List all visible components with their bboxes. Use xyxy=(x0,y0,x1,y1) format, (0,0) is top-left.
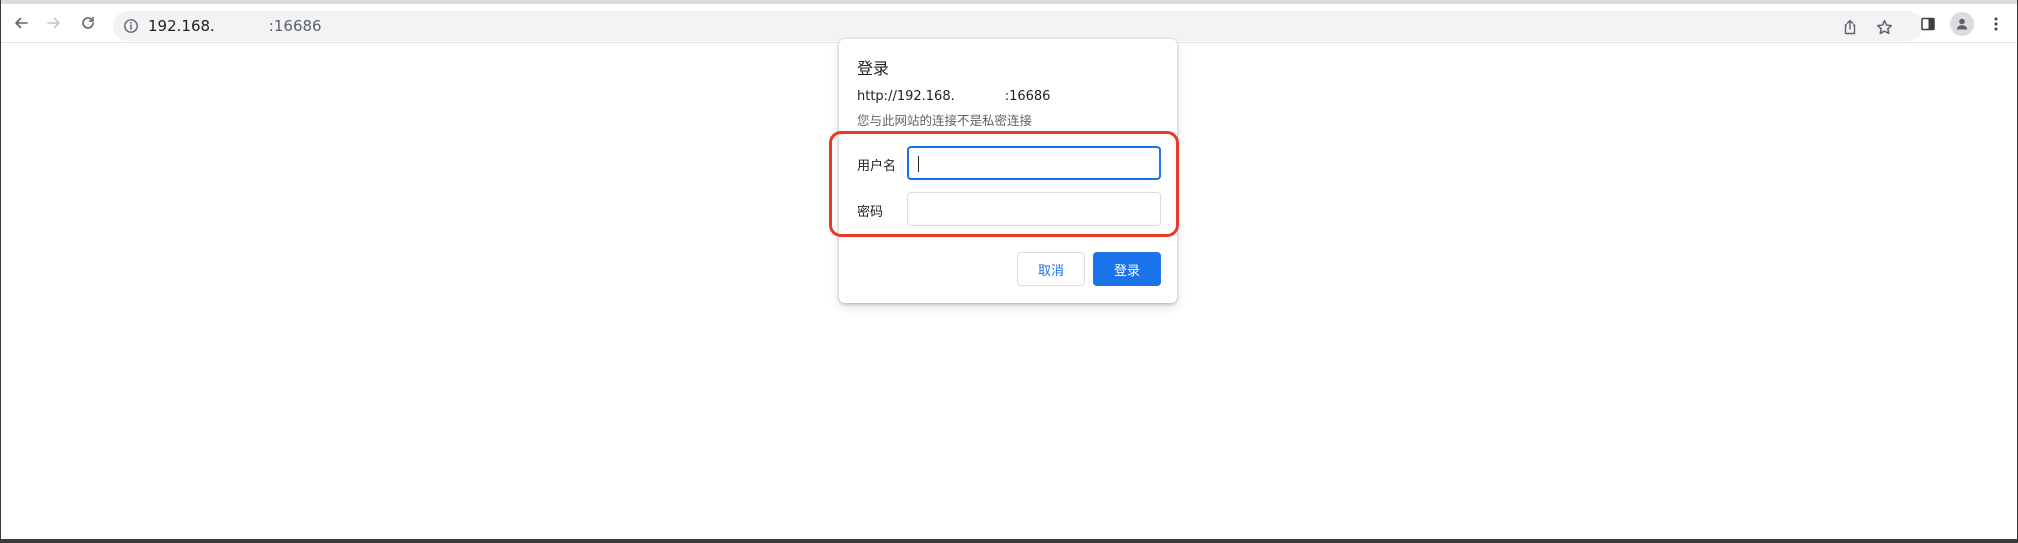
dialog-origin: http://192.168. :16686 xyxy=(857,89,1050,104)
cancel-button[interactable]: 取消 xyxy=(1017,252,1085,286)
origin-redacted xyxy=(954,89,1005,101)
menu-button[interactable] xyxy=(1985,13,2007,35)
reload-button[interactable] xyxy=(75,10,101,36)
share-button[interactable] xyxy=(1841,18,1859,36)
side-panel-icon xyxy=(1921,17,1935,31)
browser-window: 192.168. :16686 登录 http://192.168.:1668… xyxy=(0,0,2018,543)
text-cursor xyxy=(918,156,919,172)
back-button[interactable] xyxy=(8,10,34,36)
username-input[interactable] xyxy=(907,146,1161,180)
url-port: :16686 xyxy=(268,17,322,35)
share-icon xyxy=(1844,19,1856,35)
forward-button[interactable] xyxy=(41,10,67,36)
password-label: 密码 xyxy=(857,205,884,220)
http-auth-dialog: 登录 http://192.168.:16686 您与此网站的连接不是私密连接 … xyxy=(829,39,1179,303)
username-label: 用户名 xyxy=(857,159,897,174)
address-bar[interactable]: 192.168. :16686 xyxy=(113,11,1923,41)
arrow-left-icon xyxy=(15,17,28,29)
login-button[interactable]: 登录 xyxy=(1093,252,1161,286)
url-host: 192.168. xyxy=(148,17,215,35)
person-icon xyxy=(1956,18,1968,30)
side-panel-button[interactable] xyxy=(1917,13,1939,35)
url-redacted xyxy=(214,18,269,32)
origin-host: http://192.168. xyxy=(857,89,955,104)
origin-port: :16686 xyxy=(1004,89,1051,104)
insecure-connection-warning: 您与此网站的连接不是私密连接 xyxy=(857,113,1033,128)
info-circle-icon xyxy=(124,19,138,33)
url-text[interactable]: 192.168. :16686 xyxy=(148,17,322,35)
star-icon xyxy=(1876,19,1892,34)
password-input[interactable] xyxy=(907,192,1161,226)
bookmark-button[interactable] xyxy=(1875,18,1893,36)
arrow-right-icon xyxy=(47,17,60,29)
dialog-title: 登录 xyxy=(857,59,890,78)
kebab-menu-icon xyxy=(1994,17,1998,31)
reload-icon xyxy=(82,16,94,29)
profile-button[interactable] xyxy=(1950,12,1974,36)
browser-toolbar: 192.168. :16686 xyxy=(1,4,2017,43)
site-info-button[interactable] xyxy=(123,18,139,34)
